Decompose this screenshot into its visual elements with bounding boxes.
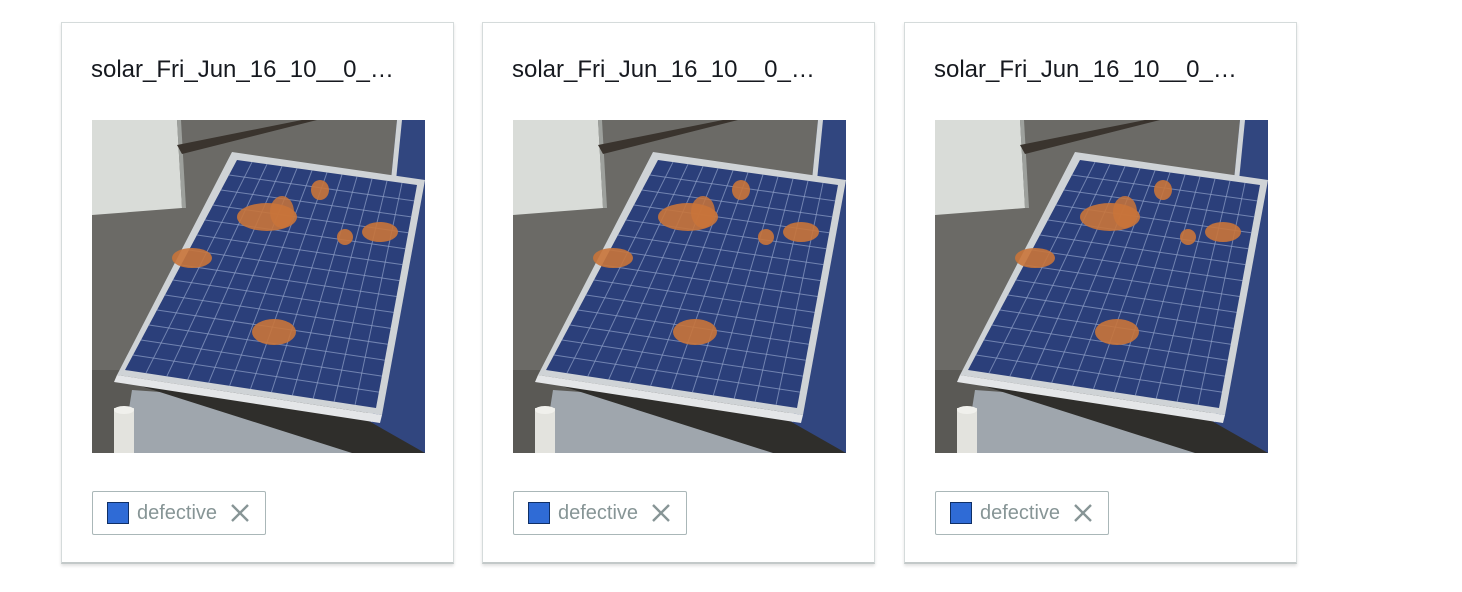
label-text: defective — [137, 502, 218, 524]
solar-panel-thumbnail — [935, 120, 1268, 453]
label-chip-defective: defective — [935, 491, 1110, 535]
image-title: solar_Fri_Jun_16_10__0_… — [934, 56, 1237, 83]
label-color-swatch — [528, 502, 550, 524]
label-chip-defective: defective — [513, 491, 688, 535]
label-text: defective — [558, 502, 639, 524]
image-title: solar_Fri_Jun_16_10__0_… — [512, 56, 815, 83]
image-title: solar_Fri_Jun_16_10__0_… — [91, 56, 394, 83]
label-color-swatch — [950, 502, 972, 524]
image-card[interactable]: solar_Fri_Jun_16_10__0_… defective — [904, 22, 1297, 564]
solar-panel-image[interactable] — [92, 120, 425, 453]
label-chip-defective: defective — [92, 491, 267, 535]
solar-panel-image[interactable] — [935, 120, 1268, 453]
image-card[interactable]: solar_Fri_Jun_16_10__0_… defective — [482, 22, 875, 564]
close-icon[interactable] — [229, 502, 251, 524]
close-icon[interactable] — [1072, 502, 1094, 524]
label-text: defective — [980, 502, 1061, 524]
label-color-swatch — [107, 502, 129, 524]
image-card-grid: solar_Fri_Jun_16_10__0_… defective solar… — [0, 0, 1462, 592]
solar-panel-image[interactable] — [513, 120, 846, 453]
image-card[interactable]: solar_Fri_Jun_16_10__0_… defective — [61, 22, 454, 564]
solar-panel-thumbnail — [513, 120, 846, 453]
close-icon[interactable] — [650, 502, 672, 524]
solar-panel-thumbnail — [92, 120, 425, 453]
